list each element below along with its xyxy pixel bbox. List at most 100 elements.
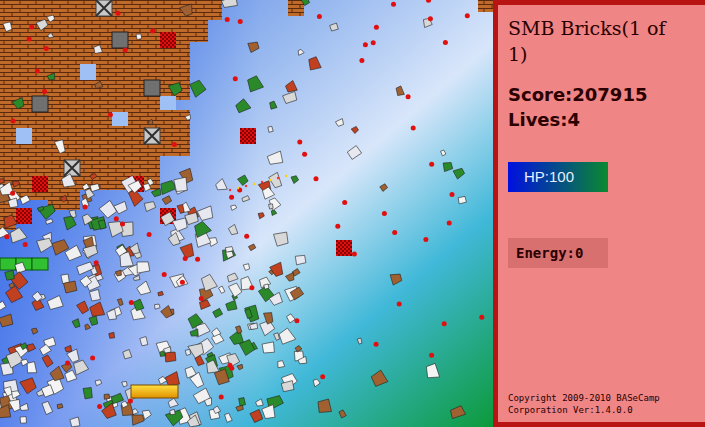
- ball: [406, 94, 411, 99]
- ball: [352, 252, 357, 257]
- ball: [411, 126, 416, 131]
- debris: [15, 262, 26, 273]
- debris: [20, 378, 36, 394]
- brick: [112, 32, 128, 48]
- debris: [41, 385, 54, 398]
- ball: [465, 13, 470, 18]
- copyright-text: Copyright 2009-2010 BASeCamp Corporation…: [508, 392, 698, 416]
- ball: [97, 404, 102, 409]
- debris: [313, 379, 320, 387]
- debris: [137, 262, 150, 273]
- debris: [27, 362, 37, 373]
- steel-brick: [64, 160, 80, 176]
- debris: [193, 388, 210, 404]
- panel-title: SMB Bricks(1 of 1): [508, 15, 688, 67]
- ball: [342, 200, 347, 205]
- debris: [237, 364, 243, 370]
- ball: [27, 36, 32, 41]
- debris: [5, 270, 15, 280]
- debris: [4, 215, 17, 228]
- debris: [13, 181, 20, 187]
- debris: [62, 174, 76, 187]
- debris: [83, 388, 92, 399]
- ball: [23, 242, 28, 247]
- debris: [85, 189, 94, 199]
- debris: [144, 202, 155, 212]
- ball: [382, 211, 387, 216]
- debris: [70, 417, 80, 427]
- ball: [238, 19, 243, 24]
- debris: [50, 366, 64, 381]
- debris: [89, 316, 98, 325]
- ball: [108, 112, 113, 117]
- ball: [317, 14, 322, 19]
- debris: [121, 401, 128, 408]
- debris: [95, 380, 102, 386]
- ball: [120, 221, 125, 226]
- ball: [429, 353, 434, 358]
- debris: [137, 281, 151, 295]
- debris: [269, 172, 282, 188]
- debris: [236, 326, 242, 334]
- debris: [180, 243, 194, 258]
- debris: [271, 210, 277, 216]
- ball: [314, 176, 319, 181]
- ball: [180, 280, 185, 285]
- debris: [264, 284, 269, 289]
- debris: [227, 354, 240, 368]
- ball: [442, 321, 447, 326]
- ball: [359, 58, 364, 63]
- ball: [228, 363, 233, 368]
- debris: [188, 415, 200, 427]
- debris: [164, 347, 171, 353]
- debris: [151, 188, 161, 196]
- debris: [245, 305, 259, 322]
- debris: [0, 227, 9, 239]
- debris: [213, 406, 221, 414]
- debris: [4, 387, 13, 396]
- ball: [423, 237, 428, 242]
- play-field[interactable]: [0, 0, 493, 427]
- debris: [279, 328, 296, 344]
- debris: [6, 351, 23, 368]
- ball: [199, 296, 204, 301]
- debris: [335, 119, 343, 127]
- ball: [237, 188, 242, 193]
- ball: [374, 342, 379, 347]
- debris: [250, 409, 263, 422]
- debris: [227, 273, 238, 282]
- ball: [249, 285, 254, 290]
- debris: [185, 115, 191, 121]
- debris: [295, 255, 306, 264]
- debris: [330, 23, 339, 31]
- debris: [176, 276, 188, 287]
- debris: [115, 245, 127, 256]
- ball-trail: [277, 177, 279, 179]
- debris: [270, 101, 277, 109]
- debris: [3, 22, 12, 32]
- debris: [390, 274, 402, 285]
- debris: [161, 305, 173, 318]
- debris: [94, 45, 103, 54]
- ball: [172, 142, 177, 147]
- debris: [239, 340, 254, 356]
- debris: [250, 323, 258, 330]
- debris: [190, 372, 204, 388]
- ball: [371, 40, 376, 45]
- debris: [95, 81, 103, 88]
- debris: [143, 184, 151, 192]
- debris: [298, 49, 304, 55]
- debris: [197, 206, 213, 221]
- debris: [37, 206, 43, 211]
- debris: [269, 292, 282, 305]
- ball-trail: [245, 185, 247, 187]
- debris: [0, 301, 6, 311]
- play-field-canvas: [0, 0, 493, 427]
- debris: [212, 328, 221, 337]
- ball: [183, 256, 188, 261]
- ball: [10, 191, 15, 196]
- ball-trail: [261, 181, 263, 183]
- ball: [114, 216, 119, 221]
- debris: [274, 232, 289, 246]
- ball: [162, 272, 167, 277]
